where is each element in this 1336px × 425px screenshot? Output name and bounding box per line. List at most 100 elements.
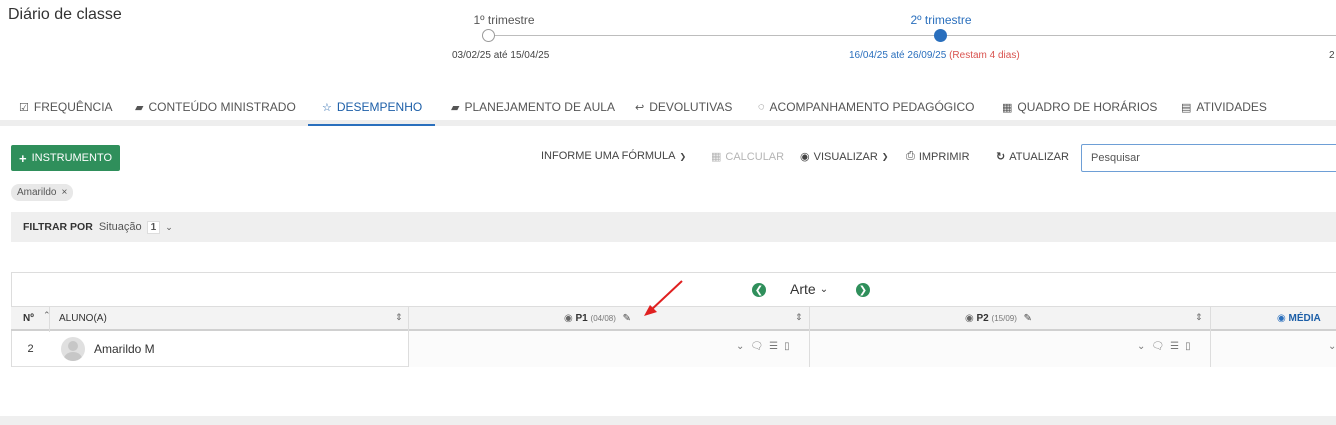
tab-frequencia[interactable]: ☑ FREQUÊNCIA (19, 100, 113, 114)
avatar (61, 337, 85, 361)
chip-label: Amarildo (17, 187, 57, 198)
grade-cell-average[interactable]: ⌄ (1210, 331, 1336, 367)
column-divider (1210, 307, 1211, 332)
tab-bar: ☑ FREQUÊNCIA ▰ CONTEÚDO MINISTRADO ☆ DES… (0, 92, 1336, 126)
tab-label: PLANEJAMENTO DE AULA (464, 100, 615, 114)
tab-atividades[interactable]: ▤ ATIVIDADES (1181, 100, 1267, 114)
tab-acompanhamento-pedagogico[interactable]: ◌ ACOMPANHAMENTO PEDAGÓGICO (758, 100, 974, 114)
comment-icon[interactable]: 🗨 (750, 341, 763, 352)
subject-label: Arte (790, 281, 816, 297)
chevron-down-icon[interactable]: ⌄ (736, 341, 744, 352)
tab-label: FREQUÊNCIA (33, 100, 113, 114)
chevron-down-icon[interactable]: ⌄ (1137, 341, 1145, 352)
grade-cell-p1[interactable]: ⌄ 🗨 ☰ ▯ (408, 331, 809, 367)
tab-label: ATIVIDADES (1196, 100, 1267, 114)
search-input[interactable] (1081, 144, 1336, 172)
chevron-down-icon: ⌄ (165, 221, 173, 232)
tab-label: DESEMPENHO (336, 100, 423, 114)
filter-label: FILTRAR POR (23, 221, 93, 233)
subject-dropdown[interactable]: Arte ⌄ (790, 281, 828, 297)
column-p2[interactable]: ◉ P2 (15/09) ✎ (965, 313, 1032, 324)
column-average[interactable]: ◉ MÉDIA (1277, 313, 1321, 324)
row-number: 2 (11, 331, 49, 367)
grade-cell-p2[interactable]: ⌄ 🗨 ☰ ▯ (809, 331, 1210, 367)
sort-icon[interactable]: ⇕ (395, 312, 403, 323)
book-icon: ▰ (451, 101, 460, 114)
comment-icon[interactable]: 🗨 (1151, 341, 1164, 352)
column-p1[interactable]: ◉ P1 (04/08) ✎ (564, 313, 631, 324)
globe-icon: ◉ (564, 313, 573, 324)
list-icon[interactable]: ☰ (1170, 341, 1179, 352)
tab-quadro-de-horarios[interactable]: ▦ QUADRO DE HORÁRIOS (1002, 100, 1157, 114)
print-label: IMPRIMIR (918, 150, 970, 163)
chevron-down-icon[interactable]: ⌄ (1328, 341, 1336, 352)
timeline-range-2-dates: 16/04/25 até 26/09/25 (849, 50, 947, 61)
column-student-label: ALUNO(A) (59, 313, 107, 324)
column-student[interactable]: ALUNO(A) (59, 313, 107, 324)
column-divider (49, 307, 50, 332)
tab-planejamento-de-aula[interactable]: ▰ PLANEJAMENTO DE AULA (451, 100, 615, 114)
grade-cell-actions: ⌄ 🗨 ☰ ▯ (736, 341, 790, 352)
tab-label: QUADRO DE HORÁRIOS (1017, 100, 1158, 114)
next-subject-button[interactable]: ❯ (856, 283, 870, 297)
chevron-down-icon: ❯ (881, 152, 889, 161)
timeline-range-2: 16/04/25 até 26/09/25 (Restam 4 dias) (849, 50, 1020, 61)
plus-icon: + (18, 150, 27, 166)
tab-label: DEVOLUTIVAS (649, 100, 733, 114)
clipboard-icon[interactable]: ▯ (784, 341, 790, 352)
tab-desempenho[interactable]: ☆ DESEMPENHO (322, 100, 422, 114)
tab-label: ACOMPANHAMENTO PEDAGÓGICO (769, 100, 975, 114)
timeline-label-2: 2º trimestre (910, 13, 972, 27)
pencil-icon[interactable]: ✎ (623, 313, 631, 324)
calendar-icon: ▦ (1002, 101, 1013, 114)
column-divider (408, 307, 409, 332)
file-icon: ▤ (1181, 101, 1192, 114)
sort-icon[interactable]: ⇕ (1195, 312, 1203, 323)
printer-icon: ⎙ (906, 150, 915, 162)
student-name[interactable]: Amarildo M (94, 342, 155, 356)
calculate-button[interactable]: ▦ CALCULAR (711, 150, 784, 164)
timeline-dot-1[interactable] (482, 29, 495, 42)
globe-icon: ◉ (1277, 313, 1286, 324)
add-instrument-button[interactable]: + INSTRUMENTO (11, 145, 120, 171)
tab-conteudo-ministrado[interactable]: ▰ CONTEÚDO MINISTRADO (135, 100, 296, 114)
globe-icon: ◉ (965, 313, 974, 324)
column-p2-label: P2 (976, 313, 989, 324)
formula-dropdown[interactable]: INFORME UMA FÓRMULA ❯ (541, 150, 686, 162)
footer-bar (0, 416, 1336, 425)
refresh-button[interactable]: ↻ ATUALIZAR (996, 150, 1069, 164)
close-icon[interactable]: × (61, 187, 67, 198)
timeline-remaining: (Restam 4 dias) (949, 50, 1020, 61)
page-title: Diário de classe (8, 6, 122, 23)
star-icon: ☆ (322, 101, 332, 114)
annotation-arrow (644, 280, 683, 316)
timeline-range-3: 2 (1329, 50, 1335, 61)
timeline-range-1: 03/02/25 até 15/04/25 (452, 50, 550, 61)
chevron-down-icon: ❯ (679, 151, 687, 161)
list-icon[interactable]: ☰ (769, 341, 778, 352)
clipboard-icon[interactable]: ▯ (1185, 341, 1191, 352)
timeline-track (483, 35, 1336, 36)
column-number[interactable]: Nº (23, 313, 34, 324)
table-row: 2 Amarildo M ⌄ 🗨 ☰ ▯ ⌄ 🗨 ☰ ▯ ⌄ (11, 331, 1336, 367)
tab-label: CONTEÚDO MINISTRADO (148, 100, 296, 114)
previous-subject-button[interactable]: ❮ (752, 283, 766, 297)
print-button[interactable]: ⎙ IMPRIMIR (906, 150, 970, 163)
column-p1-date: (04/08) (590, 314, 616, 323)
eye-icon: ◉ (800, 151, 810, 163)
tab-devolutivas[interactable]: ↩ DEVOLUTIVAS (635, 100, 732, 114)
filter-field-dropdown[interactable]: Situação 1 ⌄ (98, 220, 173, 234)
filter-count-badge: 1 (146, 220, 161, 234)
calculator-icon: ▦ (711, 151, 722, 163)
chevron-down-icon: ⌄ (819, 283, 829, 295)
add-instrument-label: INSTRUMENTO (31, 152, 113, 164)
column-number-label: Nº (23, 313, 34, 324)
check-square-icon: ☑ (19, 101, 29, 114)
reply-all-icon: ↩ (635, 101, 645, 114)
pencil-icon[interactable]: ✎ (1024, 313, 1032, 324)
sort-icon[interactable]: ⇕ (795, 312, 803, 323)
filter-field: Situação (98, 221, 142, 233)
view-dropdown[interactable]: ◉ VISUALIZAR ❯ (800, 150, 889, 164)
view-label: VISUALIZAR (813, 150, 878, 163)
timeline-dot-2[interactable] (934, 29, 947, 42)
